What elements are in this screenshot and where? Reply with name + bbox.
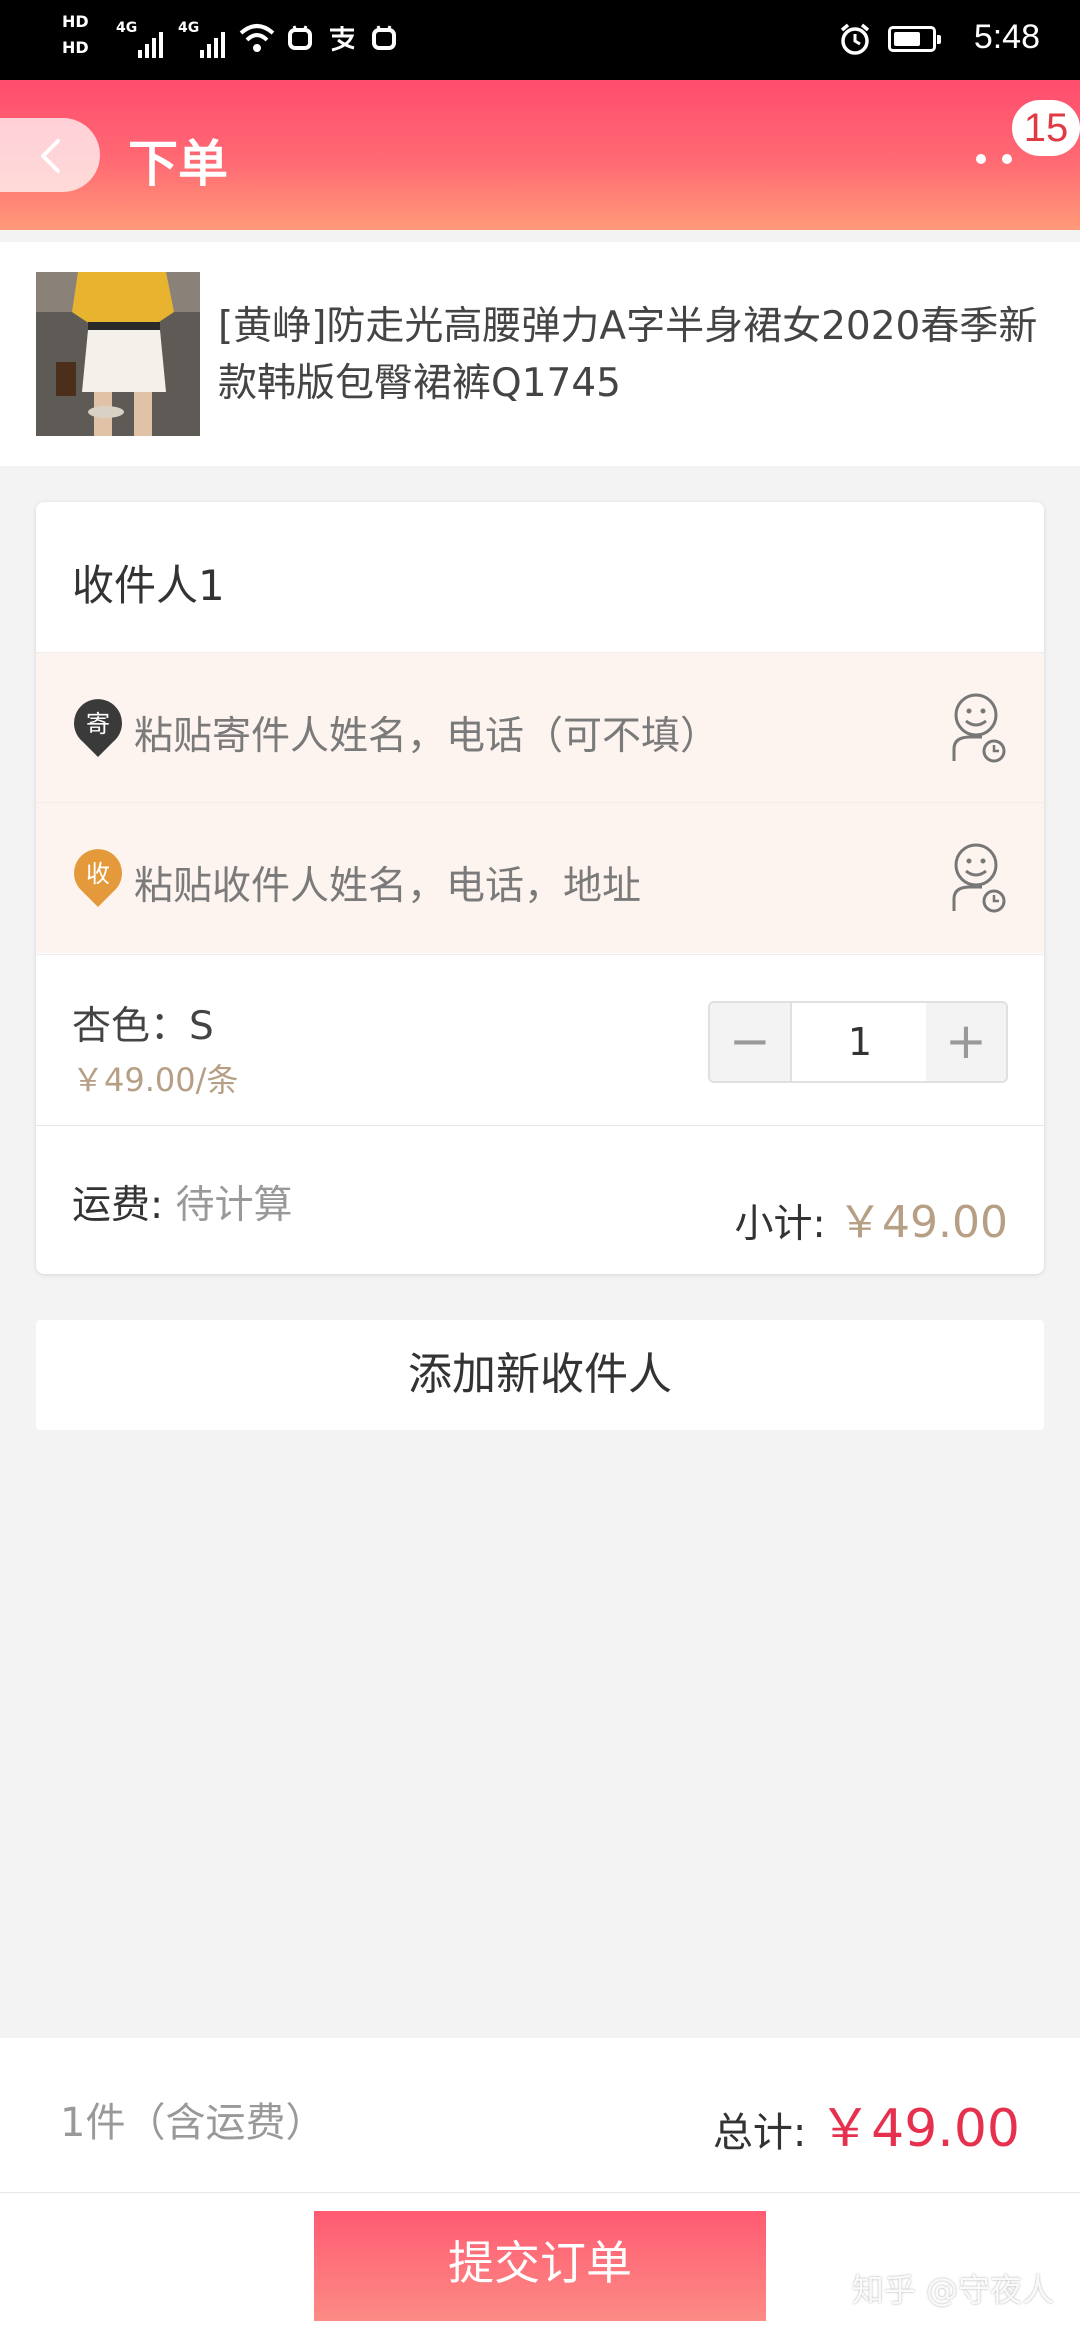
hd-label-2: HD (62, 38, 89, 57)
clock: 5:48 (973, 18, 1040, 56)
sender-pin-icon: 寄 (74, 699, 122, 757)
sender-paste-placeholder: 粘贴寄件人姓名，电话（可不填） (134, 714, 720, 759)
app-notification-icon-2 (372, 25, 396, 50)
signal-icon-2 (200, 20, 230, 58)
sender-paste-row[interactable]: 寄 粘贴寄件人姓名，电话（可不填） (36, 652, 1044, 803)
add-recipient-button[interactable]: 添加新收件人 (36, 1320, 1044, 1430)
receiver-paste-row[interactable]: 收 粘贴收件人姓名，电话，地址 (36, 802, 1044, 953)
more-dot-icon (1002, 154, 1012, 164)
item-count: 1件（含运费） (60, 2100, 326, 2146)
quantity-input[interactable]: 1 (790, 1003, 930, 1081)
receiver-paste-placeholder: 粘贴收件人姓名，电话，地址 (134, 864, 642, 909)
notification-badge: 15 (1012, 100, 1080, 156)
watermark: 知乎 @守夜人 (851, 2271, 1054, 2309)
contact-book-icon[interactable] (948, 691, 1008, 765)
variant-row: 杏色：S ￥49.00/条 − 1 + (36, 954, 1044, 1126)
alipay-icon (330, 26, 355, 52)
shipping-value: 待计算 (175, 1183, 293, 1228)
network-label-2: 4G (178, 20, 200, 36)
more-dot-icon (976, 154, 986, 164)
order-total: 总计: ￥49.00 (713, 2086, 1020, 2161)
submit-order-button[interactable]: 提交订单 (314, 2211, 766, 2321)
alarm-icon (840, 23, 870, 55)
receiver-pin-label: 收 (86, 860, 110, 888)
shipping-label: 运费: (72, 1183, 164, 1228)
product-thumbnail[interactable] (36, 272, 200, 436)
top-app-bar: 下单 15 (0, 80, 1080, 230)
submit-area: 提交订单 知乎 @守夜人 (0, 2193, 1080, 2340)
network-label-1: 4G (116, 20, 138, 36)
app-notification-icon (288, 25, 312, 50)
status-bar: HD HD 4G 4G 5:48 (0, 0, 1080, 80)
chevron-left-icon (41, 139, 60, 173)
receiver-pin-icon: 收 (74, 849, 122, 907)
signal-icon (138, 20, 168, 58)
page-title: 下单 (128, 135, 228, 193)
total-label: 总计: (712, 2110, 807, 2156)
subtotal-value: ￥49.00 (838, 1197, 1008, 1248)
subtotal-label: 小计: (734, 1202, 826, 1247)
hd-label-1: HD (62, 12, 89, 31)
battery-icon (888, 26, 941, 52)
contact-book-icon[interactable] (948, 841, 1008, 915)
recipient-card: 收件人1 寄 粘贴寄件人姓名，电话（可不填） 收 粘贴收件人姓名，电话，地址 杏… (36, 502, 1044, 1274)
subtotal: 小计: ￥49.00 (734, 1186, 1008, 1250)
quantity-stepper: − 1 + (708, 1001, 1008, 1083)
unit-price: ￥49.00/条 (72, 1061, 239, 1099)
variant-label: 杏色：S (72, 1004, 214, 1049)
wifi-icon (239, 24, 275, 52)
sender-pin-label: 寄 (86, 710, 110, 738)
back-button[interactable] (0, 118, 100, 192)
total-value: ￥49.00 (819, 2099, 1020, 2159)
order-summary-bar: 1件（含运费） 总计: ￥49.00 (0, 2038, 1080, 2193)
product-photo (36, 272, 200, 436)
shipping-fee: 运费: 待计算 (72, 1174, 293, 1230)
product-summary: [黄峥]防走光高腰弹力A字半身裙女2020春季新款韩版包臀裙裤Q1745 (0, 242, 1080, 466)
recipient-title: 收件人1 (72, 561, 225, 610)
decrease-quantity-button[interactable]: − (710, 1003, 790, 1081)
product-title[interactable]: [黄峥]防走光高腰弹力A字半身裙女2020春季新款韩版包臀裙裤Q1745 (218, 298, 1048, 412)
increase-quantity-button[interactable]: + (926, 1003, 1006, 1081)
